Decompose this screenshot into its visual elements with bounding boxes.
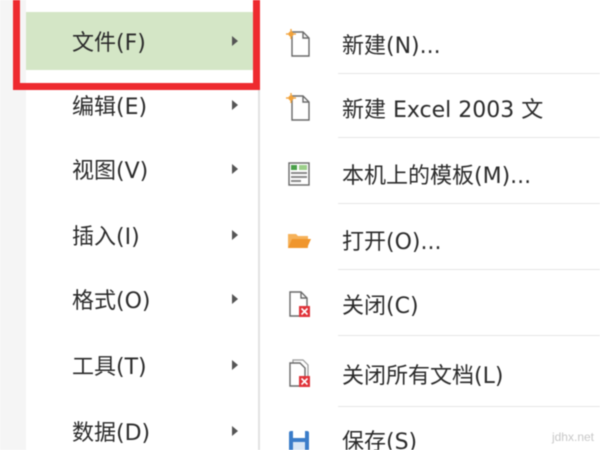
submenu-arrow-icon: [232, 426, 238, 436]
submenu-divider: [338, 406, 600, 407]
submenu-divider: [338, 203, 600, 204]
submenu-item-label: 新建(N)...: [342, 34, 441, 59]
submenu-arrow-icon: [232, 294, 238, 304]
submenu-divider: [338, 335, 600, 336]
menu-icon-strip: [0, 0, 26, 450]
submenu-divider: [338, 269, 600, 270]
new-document-icon: [286, 29, 310, 57]
submenu-arrow-icon: [232, 36, 238, 46]
menu-item-label: 编辑(E): [72, 95, 148, 120]
submenu-arrow-icon: [232, 100, 238, 110]
submenu-item-close-all[interactable]: 关闭所有文档(L): [260, 342, 600, 406]
menu-item-label: 插入(I): [72, 225, 140, 250]
menu-item-format[interactable]: 格式(O): [26, 270, 254, 328]
menu-item-label: 格式(O): [72, 289, 151, 314]
menu-item-file[interactable]: 文件(F): [26, 12, 254, 70]
submenu-item-local-templates[interactable]: 本机上的模板(M)...: [260, 142, 600, 206]
submenu-item-label: 本机上的模板(M)...: [342, 164, 532, 189]
submenu-item-label: 打开(O)...: [342, 230, 442, 255]
submenu-divider: [338, 73, 600, 74]
menu-item-view[interactable]: 视图(V): [26, 140, 254, 198]
submenu-arrow-icon: [232, 164, 238, 174]
menu-item-tools[interactable]: 工具(T): [26, 336, 254, 394]
template-icon: [288, 162, 310, 186]
menu-item-label: 视图(V): [72, 159, 149, 184]
menu-item-label: 文件(F): [72, 31, 146, 56]
submenu-item-new[interactable]: 新建(N)...: [260, 12, 600, 76]
submenu-item-label: 关闭(C): [342, 294, 419, 319]
menu-item-data[interactable]: 数据(D): [26, 402, 254, 450]
menu-item-label: 工具(T): [72, 355, 147, 380]
submenu-item-close[interactable]: 关闭(C): [260, 272, 600, 336]
submenu-item-label: 关闭所有文档(L): [342, 364, 504, 389]
main-menu: 文件(F) 编辑(E) 视图(V) 插入(I) 格式(O) 工具(T) 数据(D…: [0, 0, 258, 450]
watermark: jdhx.net: [551, 430, 594, 444]
file-submenu: 新建(N)... 新建 Excel 2003 文 本机上的模板(M)... 打开…: [260, 0, 600, 450]
submenu-item-save[interactable]: 保存(S): [260, 408, 600, 450]
submenu-divider: [338, 137, 600, 138]
menu-item-insert[interactable]: 插入(I): [26, 206, 254, 264]
close-all-documents-icon: [289, 359, 310, 387]
new-excel-document-icon: [286, 93, 310, 121]
menu-item-label: 数据(D): [72, 421, 151, 446]
submenu-item-new-excel-2003[interactable]: 新建 Excel 2003 文: [260, 76, 600, 140]
submenu-item-label: 新建 Excel 2003 文: [342, 98, 544, 123]
submenu-item-label: 保存(S): [342, 430, 418, 450]
submenu-item-open[interactable]: 打开(O)...: [260, 208, 600, 272]
submenu-arrow-icon: [232, 360, 238, 370]
save-icon: [289, 431, 309, 450]
submenu-arrow-icon: [232, 230, 238, 240]
close-document-icon: [289, 291, 310, 317]
menu-item-edit[interactable]: 编辑(E): [26, 76, 254, 134]
screenshot-stage: 文件(F) 编辑(E) 视图(V) 插入(I) 格式(O) 工具(T) 数据(D…: [0, 0, 600, 450]
open-folder-icon: [288, 234, 311, 248]
